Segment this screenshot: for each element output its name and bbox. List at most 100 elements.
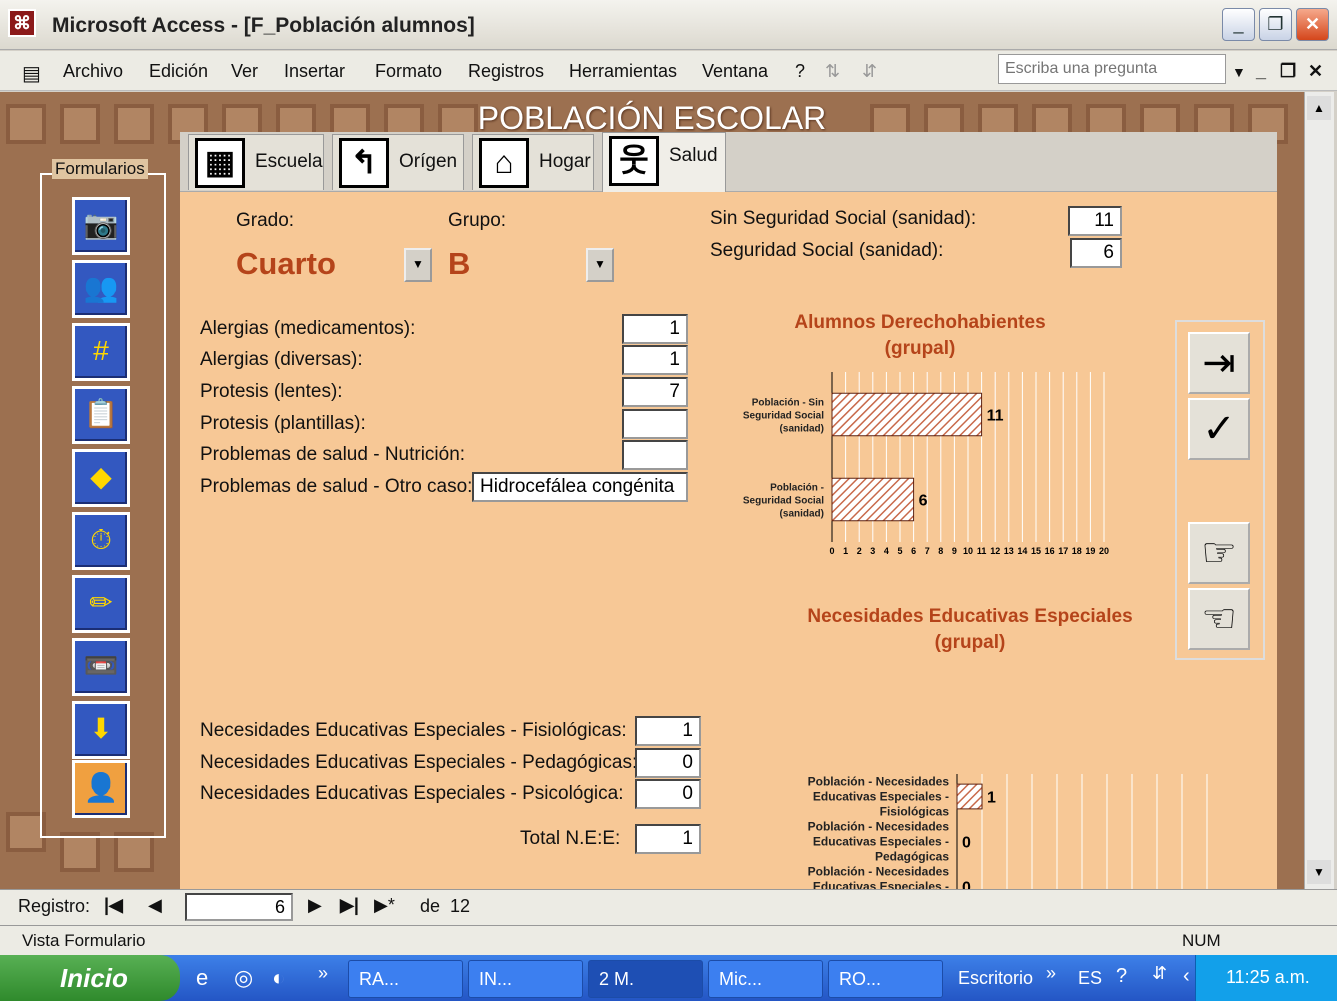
- doc-restore-button[interactable]: ❐: [1280, 61, 1296, 82]
- task-access[interactable]: 2 M.: [588, 960, 703, 998]
- last-record-icon[interactable]: ▶|: [340, 895, 359, 916]
- tab-origen[interactable]: ↰ Orígen: [332, 134, 464, 190]
- next-hand-icon[interactable]: ☞: [1188, 522, 1250, 584]
- task-ra[interactable]: RA...: [348, 960, 463, 998]
- grupo-dropdown-icon[interactable]: ▼: [586, 248, 614, 282]
- vertical-scrollbar[interactable]: ▲ ▼: [1304, 92, 1334, 889]
- taskbar: Inicio e ◎ ◐ » RA... IN... 2 M. Mic... R…: [0, 955, 1337, 1001]
- protesis-lentes-field[interactable]: 7: [622, 377, 688, 407]
- outlook-icon[interactable]: ◎: [234, 965, 253, 991]
- tab-label: Salud: [669, 145, 718, 166]
- doc-minimize-button[interactable]: _: [1256, 61, 1266, 82]
- bar: [831, 392, 983, 437]
- menu-formato[interactable]: Formato: [375, 61, 442, 82]
- menu-ventana[interactable]: Ventana: [702, 61, 768, 82]
- download-icon[interactable]: ⬇: [72, 701, 130, 759]
- x-tick-label: 8: [938, 546, 943, 556]
- grupo-label: Grupo:: [448, 210, 507, 231]
- people-icon[interactable]: 👥: [72, 260, 130, 318]
- sort-ascending-icon[interactable]: ⇅: [825, 61, 840, 82]
- tray-collapse-icon[interactable]: ‹: [1183, 965, 1190, 988]
- previous-hand-icon[interactable]: ☜: [1188, 588, 1250, 650]
- x-tick-label: 16: [1045, 546, 1055, 556]
- menu-edicion[interactable]: Edición: [149, 61, 208, 82]
- teacher-icon[interactable]: 👤: [72, 760, 130, 818]
- ask-dropdown-icon[interactable]: ▼: [1232, 64, 1246, 80]
- first-record-icon[interactable]: |◀: [104, 895, 123, 916]
- nee-psicologica-field[interactable]: 0: [635, 779, 701, 809]
- task-ro[interactable]: RO...: [828, 960, 943, 998]
- scroll-down-icon[interactable]: ▼: [1307, 860, 1331, 884]
- menu-ver[interactable]: Ver: [231, 61, 258, 82]
- alergias-diversas-field[interactable]: 1: [622, 345, 688, 375]
- pencil-icon[interactable]: ✏: [72, 575, 130, 633]
- nutricion-field[interactable]: [622, 440, 688, 470]
- task-label: RA...: [359, 969, 400, 989]
- school-icon: ▦: [195, 138, 245, 188]
- exit-door-icon[interactable]: ⇥: [1188, 332, 1250, 394]
- camera-icon[interactable]: 📷: [72, 197, 130, 255]
- scroll-up-icon[interactable]: ▲: [1307, 96, 1331, 120]
- task-mic[interactable]: Mic...: [708, 960, 823, 998]
- shapes-icon[interactable]: ◆: [72, 449, 130, 507]
- nee-pedagogicas-field[interactable]: 0: [635, 748, 701, 778]
- menu-herramientas[interactable]: Herramientas: [569, 61, 677, 82]
- menu-registros[interactable]: Registros: [468, 61, 544, 82]
- ie-icon[interactable]: e: [196, 965, 208, 991]
- next-record-icon[interactable]: ▶: [308, 895, 322, 916]
- category-label: Educativas Especiales -: [813, 790, 949, 804]
- start-button[interactable]: Inicio: [0, 955, 180, 1001]
- sort-descending-icon[interactable]: ⇵: [862, 61, 877, 82]
- record-navigation: Registro: |◀ ◀ 6 ▶ ▶| ▶* de 12: [0, 889, 1337, 925]
- task-label: RO...: [839, 969, 882, 989]
- alergias-medicamentos-field[interactable]: 1: [622, 314, 688, 344]
- form-menu-icon[interactable]: ▤: [22, 61, 41, 86]
- doc-close-button[interactable]: ✕: [1308, 61, 1323, 82]
- notepad-icon[interactable]: 📋: [72, 386, 130, 444]
- minimize-button[interactable]: _: [1222, 8, 1255, 41]
- protesis-lentes-label: Protesis (lentes):: [200, 381, 343, 402]
- desktop-more-icon[interactable]: »: [1046, 963, 1056, 984]
- restore-tray-icon[interactable]: ⇵: [1152, 963, 1167, 984]
- previous-record-icon[interactable]: ◀: [148, 895, 162, 916]
- bar: [956, 783, 983, 810]
- x-tick-label: 4: [884, 546, 889, 556]
- menu-archivo[interactable]: Archivo: [63, 61, 123, 82]
- media-icon[interactable]: ◐: [272, 965, 285, 991]
- record-label: Registro:: [18, 896, 91, 916]
- grado-value[interactable]: Cuarto: [236, 246, 336, 282]
- current-record-field[interactable]: 6: [185, 893, 293, 921]
- category-label: Fisiológicas: [880, 805, 950, 819]
- cassette-icon[interactable]: 📼: [72, 638, 130, 696]
- data-label: 0: [962, 835, 971, 852]
- stopwatch-icon[interactable]: ⏱: [72, 512, 130, 570]
- otro-caso-field[interactable]: Hidrocefálea congénita: [472, 472, 688, 502]
- tab-salud[interactable]: 웃 Salud: [602, 132, 726, 192]
- menu-help[interactable]: ?: [795, 61, 805, 82]
- ask-question-input[interactable]: [998, 54, 1226, 84]
- checkmark-icon[interactable]: ✓: [1188, 398, 1250, 460]
- seguridad-field[interactable]: 6: [1070, 238, 1122, 268]
- access-app-icon[interactable]: ⌘: [8, 9, 36, 37]
- new-record-icon[interactable]: ▶*: [374, 895, 395, 916]
- tab-hogar[interactable]: ⌂ Hogar: [472, 134, 594, 190]
- language-indicator[interactable]: ES: [1078, 968, 1102, 989]
- total-nee-field[interactable]: 1: [635, 824, 701, 854]
- decor-brick: [114, 832, 154, 872]
- hash-icon[interactable]: #: [72, 323, 130, 381]
- close-button[interactable]: ✕: [1296, 8, 1329, 41]
- protesis-plantillas-field[interactable]: [622, 409, 688, 439]
- menu-insertar[interactable]: Insertar: [284, 61, 345, 82]
- tab-escuela[interactable]: ▦ Escuela: [188, 134, 324, 190]
- nee-fisiologicas-field[interactable]: 1: [635, 716, 701, 746]
- data-label: 6: [919, 493, 928, 510]
- grupo-value[interactable]: B: [448, 246, 470, 282]
- help-tray-icon[interactable]: ?: [1116, 965, 1127, 988]
- more-quicklaunch-icon[interactable]: »: [318, 963, 328, 984]
- record-of-label: de: [420, 896, 441, 916]
- sin-seguridad-field[interactable]: 11: [1068, 206, 1122, 236]
- restore-button[interactable]: ❐: [1259, 8, 1292, 41]
- desktop-toolbar[interactable]: Escritorio: [958, 968, 1033, 989]
- grado-dropdown-icon[interactable]: ▼: [404, 248, 432, 282]
- task-in[interactable]: IN...: [468, 960, 583, 998]
